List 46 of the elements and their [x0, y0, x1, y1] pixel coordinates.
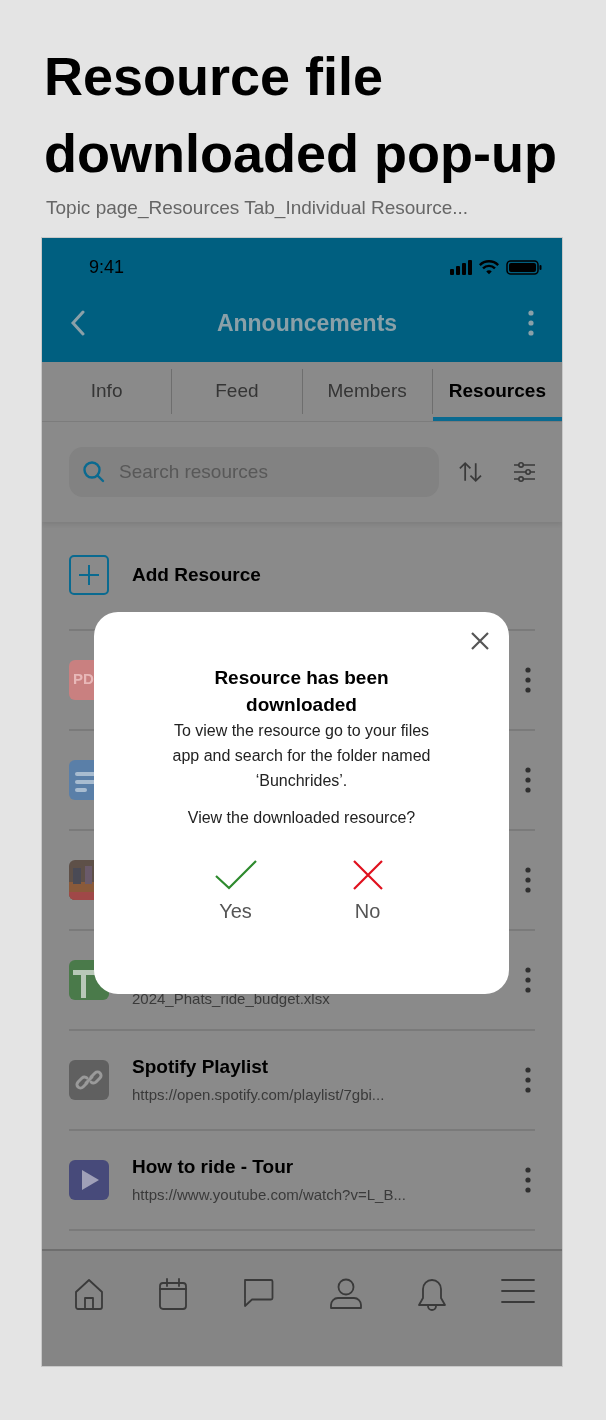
- more-icon[interactable]: [525, 966, 531, 993]
- more-icon[interactable]: [525, 766, 531, 793]
- link-icon: [69, 1059, 109, 1100]
- no-button[interactable]: No: [341, 859, 394, 926]
- profile-icon[interactable]: [328, 1277, 363, 1310]
- sort-icon[interactable]: [459, 459, 482, 484]
- page-subtitle: Topic page_Resources Tab_Individual Resource...: [46, 196, 470, 221]
- dialog-message: To view the resource go to your files app and search for the folder named ‘Bunchrides’.: [171, 720, 432, 791]
- calendar-icon[interactable]: [158, 1277, 189, 1310]
- cross-icon: [352, 859, 383, 890]
- tab[interactable]: Info: [42, 361, 172, 421]
- resource-title[interactable]: Spotify Playlist: [132, 1053, 502, 1082]
- tab[interactable]: Resources: [432, 361, 562, 421]
- more-icon[interactable]: [525, 1066, 531, 1093]
- menu-icon[interactable]: [500, 1277, 535, 1304]
- tab[interactable]: Members: [302, 361, 432, 421]
- dialog-title: Resource has been downloaded: [213, 665, 390, 717]
- dialog-question: View the downloaded resource?: [187, 807, 416, 828]
- close-icon[interactable]: [471, 631, 489, 650]
- home-icon[interactable]: [74, 1277, 104, 1310]
- filter-icon[interactable]: [513, 460, 535, 483]
- bell-icon[interactable]: [416, 1277, 447, 1312]
- more-icon[interactable]: [525, 666, 531, 693]
- document-icon: [69, 759, 95, 800]
- resource-title[interactable]: How to ride - Tour: [132, 1153, 502, 1182]
- more-icon[interactable]: [525, 1166, 531, 1193]
- signal-icon: [450, 259, 472, 275]
- status-time: 9:41: [89, 255, 125, 279]
- more-icon[interactable]: [525, 866, 531, 893]
- search-icon: [83, 460, 105, 483]
- more-icon[interactable]: [528, 309, 534, 336]
- resource-url: https://open.spotify.com/playlist/7gbi...: [132, 1084, 386, 1105]
- check-icon: [214, 859, 257, 890]
- resource-url: https://www.youtube.com/watch?v=L_B...: [132, 1184, 407, 1205]
- battery-icon: [506, 259, 542, 275]
- resource-url: 2024_Phats_ride_budget.xlsx: [132, 989, 331, 1010]
- header-title: Announcements: [216, 308, 398, 338]
- add-icon[interactable]: [69, 555, 109, 595]
- yes-button[interactable]: Yes: [209, 859, 262, 926]
- tab[interactable]: Feed: [172, 361, 302, 421]
- back-icon[interactable]: [70, 309, 86, 336]
- play-icon: [69, 1159, 109, 1200]
- page-title: Resource file downloaded pop-up: [44, 45, 558, 185]
- add-resource-label[interactable]: Add Resource: [132, 560, 261, 590]
- chat-icon[interactable]: [242, 1277, 275, 1308]
- wifi-icon: [478, 259, 500, 275]
